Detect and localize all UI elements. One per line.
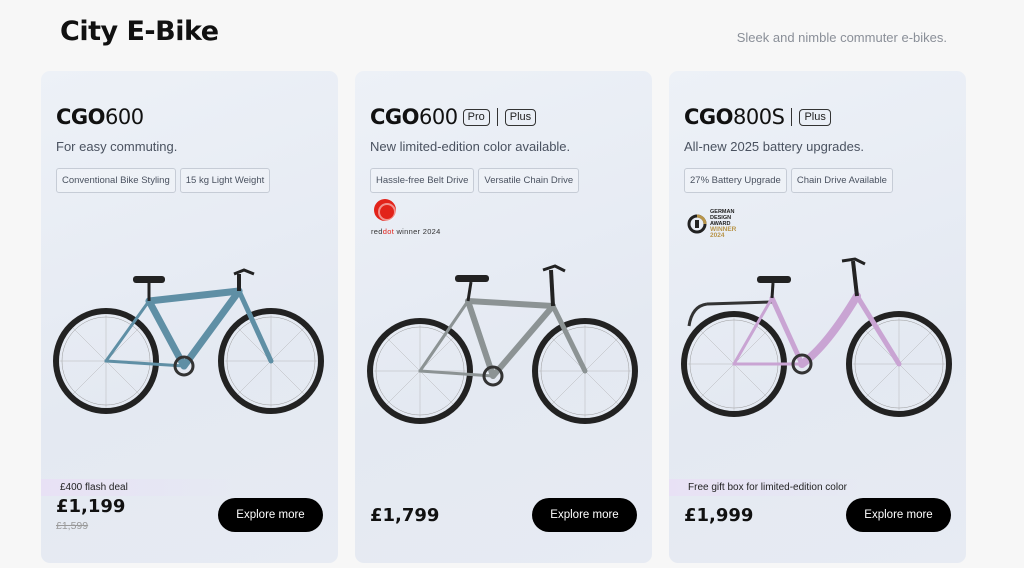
feature-chip: 27% Battery Upgrade: [684, 168, 787, 193]
feature-chip: Hassle-free Belt Drive: [370, 168, 475, 193]
feature-chip: Versatile Chain Drive: [478, 168, 580, 193]
feature-chip: Conventional Bike Styling: [56, 168, 176, 193]
product-card-cgo600[interactable]: CGO 600 For easy commuting. Conventional…: [41, 71, 338, 563]
model-badge-pro: Pro: [462, 108, 490, 126]
bike-image[interactable]: [49, 256, 329, 431]
model-badge-plus: Plus: [504, 108, 537, 126]
german-design-award: GERMAN DESIGN AWARD WINNER 2024: [687, 209, 736, 239]
original-price: £1,599: [56, 520, 89, 532]
flash-deal-label: £400 flash deal: [41, 479, 241, 496]
german-design-award-text: GERMAN DESIGN AWARD WINNER 2024: [710, 209, 737, 239]
tagline: New limited-edition color available.: [370, 139, 571, 154]
page-header: City E-Bike Sleek and nimble commuter e-…: [0, 0, 1024, 70]
price: £1,999: [684, 505, 754, 526]
badge-divider: [791, 108, 793, 126]
model-name: CGO 600 Pro Plus: [370, 105, 537, 129]
model-name: CGO 600: [56, 105, 144, 129]
reddot-award-text: reddot winner 2024: [371, 227, 441, 236]
reddot-icon: [374, 199, 396, 221]
product-card-cgo600-pro-plus[interactable]: CGO 600 Pro Plus New limited-edition col…: [355, 71, 652, 563]
reddot-award: reddot winner 2024: [371, 199, 441, 236]
bike-image[interactable]: [363, 256, 643, 431]
badge-divider: [496, 108, 498, 126]
price: £1,199: [56, 496, 126, 517]
german-design-award-icon: [687, 214, 707, 234]
price: £1,799: [370, 505, 440, 526]
page-subtitle: Sleek and nimble commuter e-bikes.: [736, 30, 947, 45]
tagline: All-new 2025 battery upgrades.: [684, 139, 864, 154]
bike-image[interactable]: [677, 256, 957, 431]
explore-more-button[interactable]: Explore more: [846, 498, 951, 532]
model-name: CGO 800S Plus: [684, 105, 831, 129]
feature-chips: Hassle-free Belt Drive Versatile Chain D…: [370, 168, 580, 193]
model-badge-plus: Plus: [799, 108, 831, 126]
explore-more-button[interactable]: Explore more: [218, 498, 323, 532]
page-title: City E-Bike: [60, 16, 219, 47]
gift-box-promo-label: Free gift box for limited-edition color: [669, 479, 869, 496]
feature-chips: Conventional Bike Styling 15 kg Light We…: [56, 168, 271, 193]
feature-chip: Chain Drive Available: [790, 168, 893, 193]
feature-chip: 15 kg Light Weight: [179, 168, 271, 193]
feature-chips: 27% Battery Upgrade Chain Drive Availabl…: [684, 168, 893, 193]
product-card-cgo800s-plus[interactable]: CGO 800S Plus All-new 2025 battery upgra…: [669, 71, 966, 563]
tagline: For easy commuting.: [56, 139, 178, 154]
explore-more-button[interactable]: Explore more: [532, 498, 637, 532]
